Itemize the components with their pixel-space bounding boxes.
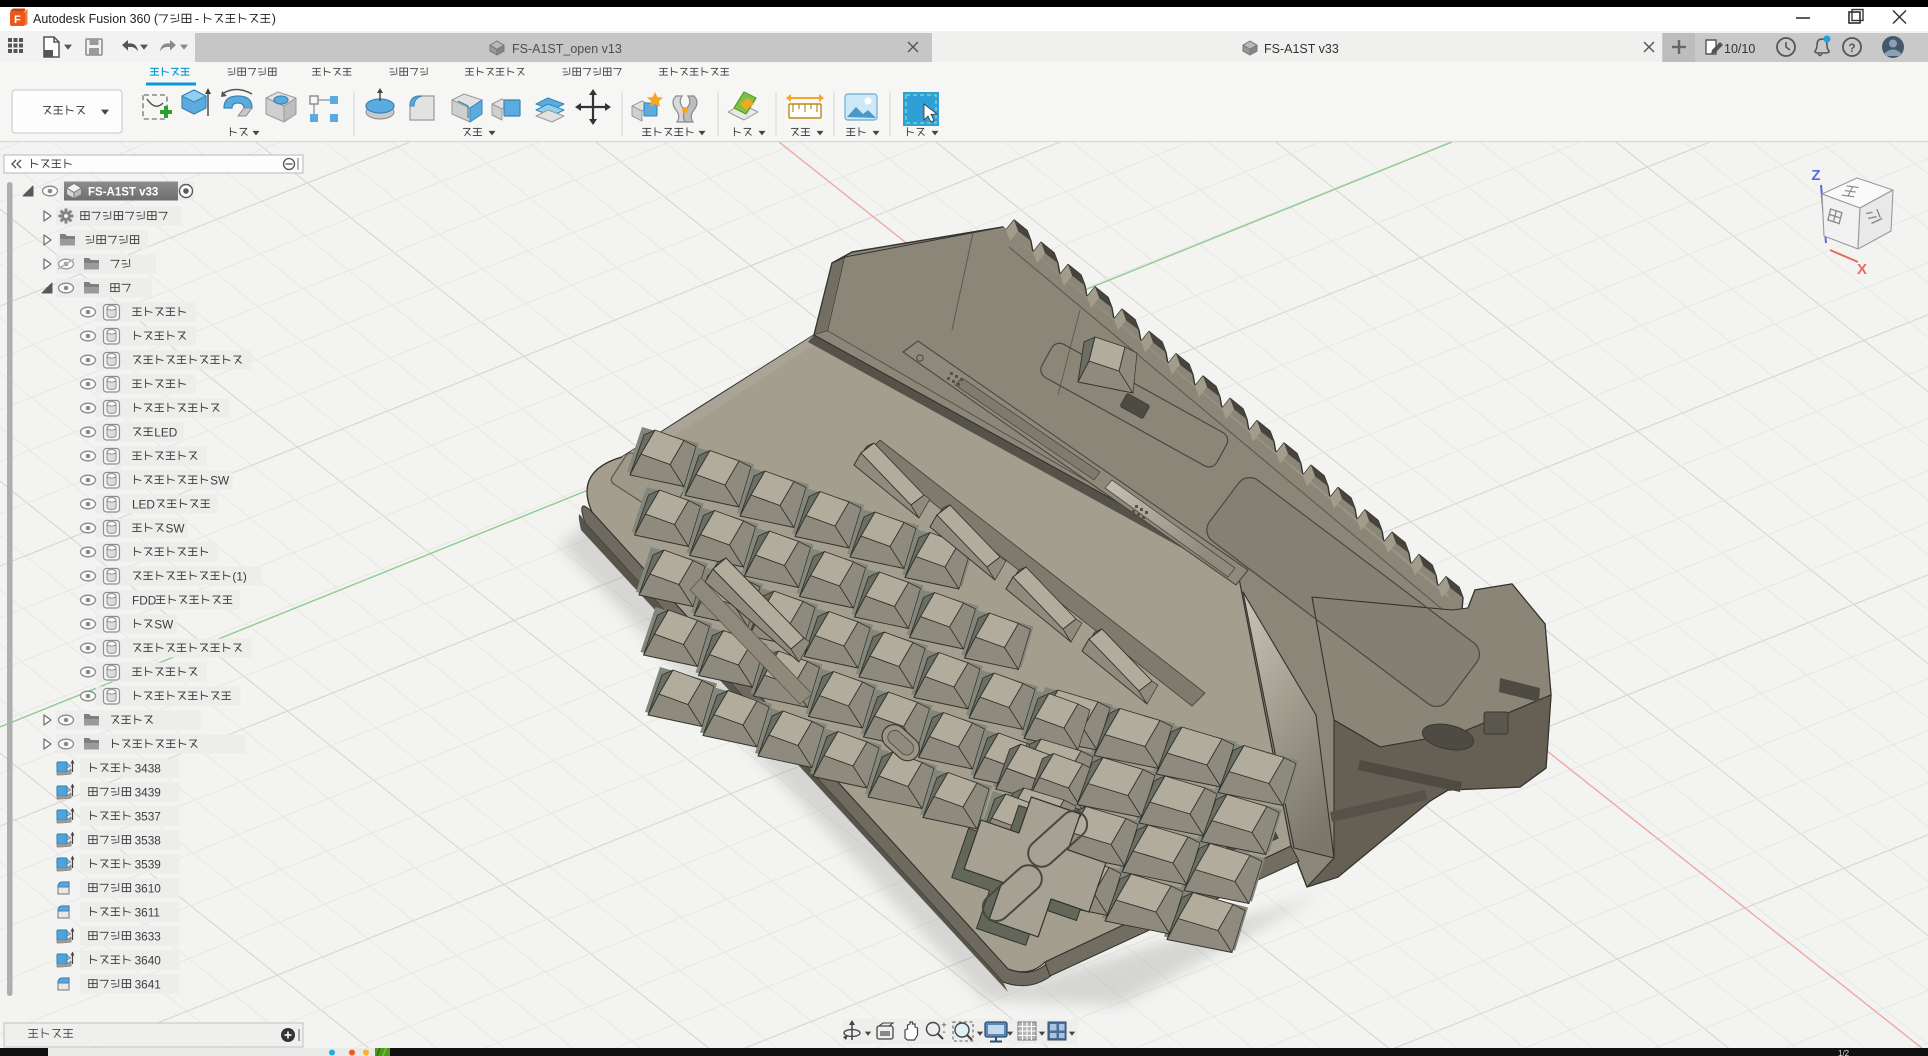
svg-text:): ): [272, 12, 276, 26]
svg-text:3611: 3611: [135, 906, 160, 920]
svg-text:FS-A1ST v33: FS-A1ST v33: [1264, 42, 1339, 56]
svg-text:3640: 3640: [135, 954, 162, 968]
svg-text:SW: SW: [166, 522, 186, 536]
svg-text:3438: 3438: [135, 762, 162, 776]
svg-text:-: -: [942, 1027, 945, 1038]
svg-text:SW: SW: [154, 618, 174, 632]
svg-text:3539: 3539: [135, 858, 161, 872]
svg-text:-: -: [195, 12, 199, 26]
svg-text:1/2: 1/2: [1838, 1049, 1850, 1056]
svg-text:Autodesk Fusion 360 (: Autodesk Fusion 360 (: [33, 12, 159, 26]
svg-text:3610: 3610: [135, 882, 162, 896]
svg-text:FDD: FDD: [132, 594, 156, 608]
svg-text:LED: LED: [154, 426, 177, 440]
svg-text:3538: 3538: [135, 834, 162, 848]
svg-text:3641: 3641: [135, 978, 161, 992]
svg-text:FS-A1ST_open v13: FS-A1ST_open v13: [512, 42, 622, 56]
svg-text:3537: 3537: [135, 810, 161, 824]
svg-text:Z: Z: [1811, 167, 1820, 184]
svg-text:SW: SW: [210, 474, 230, 488]
svg-text:10/10: 10/10: [1724, 42, 1755, 56]
svg-text:?: ?: [1848, 43, 1855, 55]
svg-text:(1): (1): [232, 570, 246, 584]
svg-text:F: F: [14, 14, 21, 26]
svg-text:X: X: [1857, 261, 1867, 278]
svg-text:3633: 3633: [135, 930, 162, 944]
svg-text:FS-A1ST v33: FS-A1ST v33: [88, 187, 158, 199]
svg-text:LED: LED: [132, 498, 155, 512]
svg-text:3439: 3439: [135, 786, 161, 800]
